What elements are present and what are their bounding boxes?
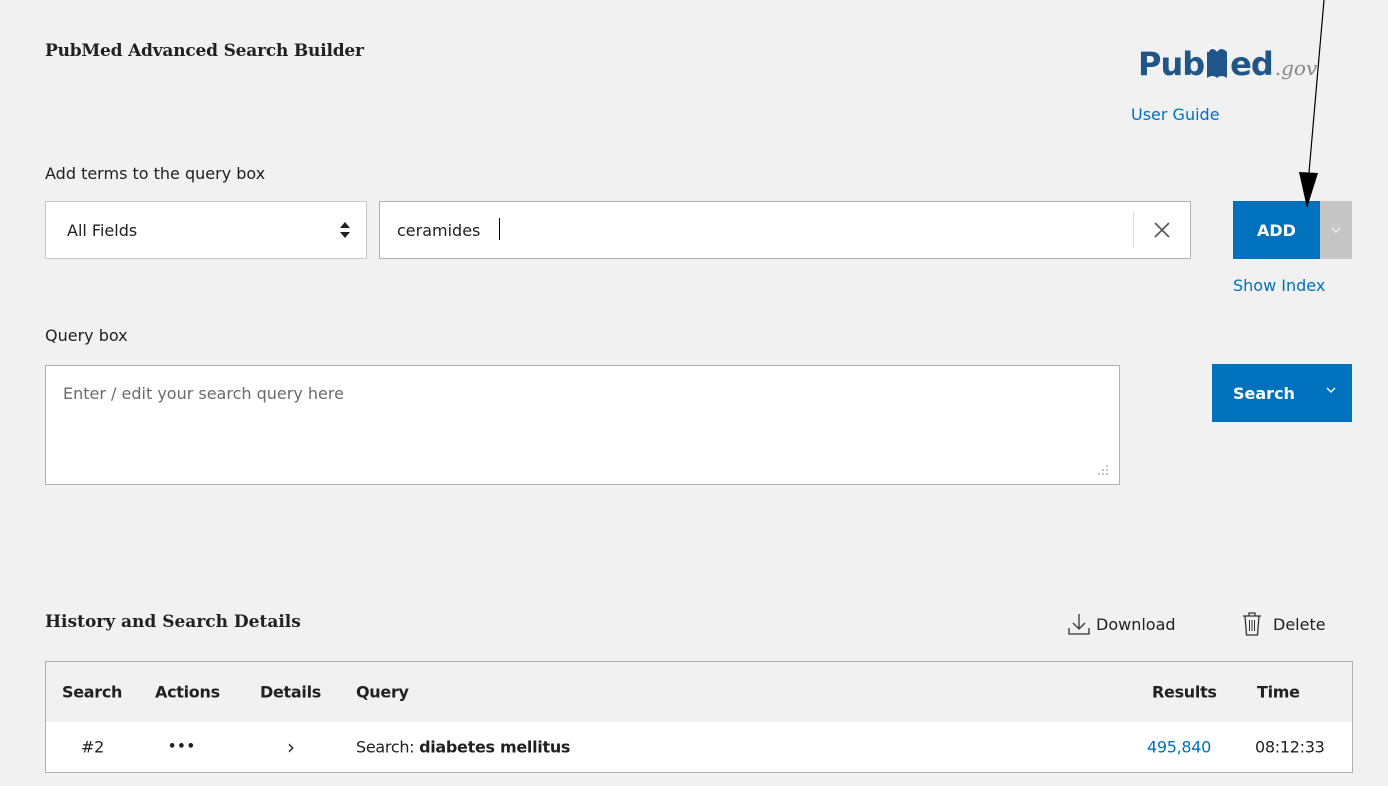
table-row: #2 ••• › Search: diabetes mellitus 495,8… (46, 722, 1352, 772)
delete-button[interactable]: Delete (1240, 611, 1326, 637)
column-header-search: Search (62, 682, 123, 702)
field-select[interactable]: All Fields (45, 201, 367, 259)
logo-text-left: Pub (1138, 45, 1205, 83)
show-index-link[interactable]: Show Index (1233, 276, 1325, 295)
add-terms-label: Add terms to the query box (45, 164, 266, 183)
term-input-container (379, 201, 1191, 259)
sort-arrows-icon (340, 222, 350, 238)
query-box-label: Query box (45, 326, 128, 345)
column-header-query: Query (356, 682, 409, 702)
results-count-link[interactable]: 495,840 (1147, 738, 1211, 757)
download-button[interactable]: Download (1066, 611, 1176, 637)
query-textarea[interactable] (45, 365, 1120, 485)
search-number: #2 (81, 737, 104, 757)
table-header-row: Search Actions Details Query Results Tim… (46, 662, 1352, 722)
field-select-value: All Fields (67, 220, 138, 240)
book-icon (1207, 46, 1228, 78)
column-header-actions: Actions (155, 682, 220, 702)
query-cell: Search: diabetes mellitus (356, 738, 570, 757)
page-title: PubMed Advanced Search Builder (45, 41, 364, 61)
user-guide-link[interactable]: User Guide (1131, 105, 1220, 124)
download-icon (1068, 614, 1090, 635)
column-header-time: Time (1257, 682, 1300, 702)
annotation-arrow-icon (1299, 0, 1325, 208)
actions-menu-button[interactable]: ••• (168, 740, 196, 755)
chevron-down-icon (1326, 387, 1336, 393)
details-expand-icon[interactable]: › (287, 735, 295, 759)
close-icon (1154, 222, 1170, 238)
history-title: History and Search Details (45, 612, 301, 632)
resize-handle-icon[interactable] (1095, 462, 1109, 476)
column-header-results: Results (1152, 682, 1217, 702)
clear-input-button[interactable] (1133, 212, 1190, 248)
query-prefix: Search: (356, 737, 415, 757)
search-button-label: Search (1233, 383, 1295, 403)
column-header-details: Details (260, 682, 321, 702)
search-button[interactable]: Search (1212, 364, 1352, 422)
logo-text-right: ed (1230, 45, 1274, 83)
query-term: diabetes mellitus (419, 737, 571, 757)
download-label: Download (1096, 614, 1176, 634)
text-cursor (499, 218, 500, 240)
term-input[interactable] (380, 201, 1133, 259)
history-table: Search Actions Details Query Results Tim… (45, 661, 1353, 773)
chevron-down-icon (1331, 227, 1341, 233)
search-time: 08:12:33 (1255, 737, 1325, 757)
trash-icon (1243, 612, 1261, 636)
delete-label: Delete (1273, 614, 1326, 634)
